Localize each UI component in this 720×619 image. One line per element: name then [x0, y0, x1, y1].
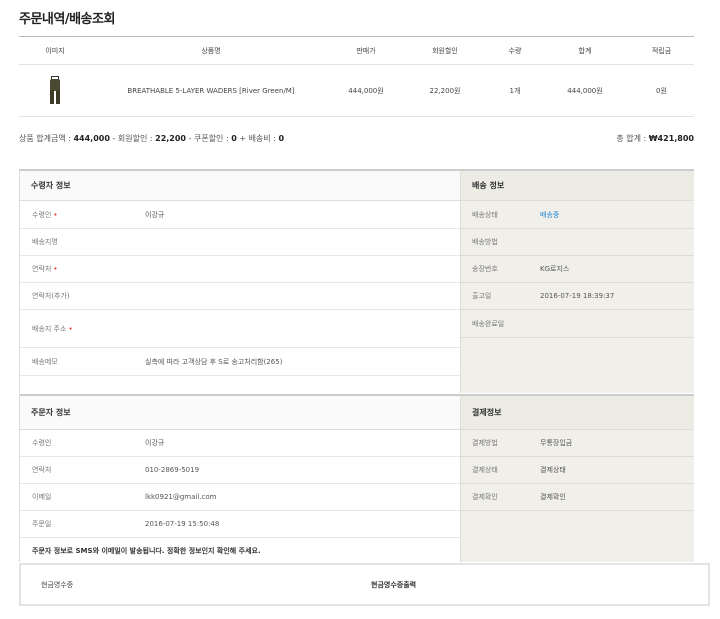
recipient-phone-row: 연락처 •: [20, 256, 460, 283]
payment-panel: 결제정보 결제방법 무통장입금 결제상태 결제상태 결제확인 결제확인: [461, 394, 694, 562]
col-header-member-discount: 회원할인: [432, 46, 458, 55]
shipping-panel: 배송 정보 배송상태 배송중 배송방법 송장번호 KG로지스 출고일 2016-…: [461, 169, 694, 393]
product-member-discount: 22,200원: [429, 86, 461, 95]
payment-confirm-row: 결제확인 결제확인: [461, 484, 694, 511]
recipient-memo-label: 배송메모: [32, 357, 58, 366]
shipping-title: 배송 정보: [461, 171, 694, 201]
orderer-date-label: 주문일: [32, 520, 52, 528]
payment-confirm-label: 결제확인: [472, 493, 498, 501]
cash-receipt-box: 현금영수증 현금영수증출력: [19, 563, 710, 606]
payment-status-label: 결제상태: [472, 466, 498, 474]
product-table: 이미지 상품명 판매가 회원할인 수량 합계 적립금 BREATHABLE 5-…: [19, 36, 694, 117]
recipient-phone2-label: 연락처(추가): [32, 292, 70, 300]
shipping-released-label: 출고일: [472, 292, 492, 300]
recipient-memo-value: 실측에 따라 고객상담 후 S로 송고처리함(265): [145, 357, 283, 366]
recipient-place-label: 배송지명: [32, 238, 58, 246]
product-price: 444,000원: [348, 86, 384, 95]
summary-breakdown: 상품 합계금액 : 444,000 - 회원할인 : 22,200 - 쿠폰할인…: [19, 133, 284, 144]
shipping-invoice-value: KG로지스: [540, 265, 570, 273]
recipient-name-label: 수령인: [32, 210, 52, 219]
payment-title: 결제정보: [461, 396, 694, 430]
payment-method-row: 결제방법 무통장입금: [461, 430, 694, 457]
col-header-name: 상품명: [201, 46, 221, 55]
shipping-invoice-label: 송장번호: [472, 265, 498, 273]
summary-subtotal-label: 상품 합계금액 :: [19, 134, 74, 143]
page-title: 주문내역/배송조회: [19, 12, 115, 27]
shipping-done-label: 배송완료일: [472, 319, 505, 328]
summary-shipping: 0: [278, 134, 285, 143]
summary-shipping-label: + 배송비 :: [236, 134, 279, 143]
orderer-date-value: 2016-07-19 15:50:48: [145, 520, 220, 528]
col-header-total: 합계: [578, 46, 592, 55]
recipient-place-row: 배송지명: [20, 229, 460, 256]
summary-coupon-label: - 쿠폰할인 :: [186, 134, 232, 143]
recipient-name-row: 수령인 • 이강규: [20, 201, 460, 229]
price-summary: 상품 합계금액 : 444,000 - 회원할인 : 22,200 - 쿠폰할인…: [19, 133, 694, 144]
product-total: 444,000원: [567, 86, 603, 95]
recipient-panel: 수령자 정보 수령인 • 이강규 배송지명 연락처 • 연락처(추가) 배송지 주소…: [19, 169, 461, 393]
recipient-memo-row: 배송메모 실측에 따라 고객상담 후 S로 송고처리함(265): [20, 348, 460, 376]
summary-member-discount: 22,200: [155, 134, 186, 143]
waders-image-icon: [45, 75, 65, 106]
col-header-qty: 수량: [508, 46, 522, 55]
payment-status-row: 결제상태 결제상태: [461, 457, 694, 484]
grand-total-label: 총 합계 :: [616, 134, 649, 143]
shipping-done-row: 배송완료일: [461, 310, 694, 338]
table-row: BREATHABLE 5-LAYER WADERS [River Green/M…: [19, 65, 694, 117]
orderer-name-label: 수령인: [32, 439, 52, 447]
payment-method-value: 무통장입금: [540, 439, 573, 447]
recipient-address-row: 배송지 주소 •: [20, 310, 460, 348]
cash-receipt-print-button[interactable]: 현금영수증출력: [371, 580, 416, 590]
summary-member-label: - 회원할인 :: [109, 134, 156, 143]
required-mark: •: [53, 210, 58, 219]
shipping-status-link[interactable]: 배송중: [540, 210, 559, 220]
required-mark: •: [53, 265, 58, 273]
summary-grand-total: 총 합계 : ₩421,800: [616, 133, 694, 144]
orderer-name-row: 수령인 이강규: [20, 430, 460, 457]
payment-method-label: 결제방법: [472, 439, 498, 447]
col-header-image: 이미지: [45, 46, 65, 55]
orderer-title: 주문자 정보: [20, 396, 460, 430]
orderer-email-value: lkk0921@gmail.com: [145, 493, 217, 501]
orderer-panel: 주문자 정보 수령인 이강규 연락처 010-2869-5019 이메일 lkk…: [19, 394, 461, 562]
shipping-method-label: 배송방법: [472, 238, 498, 246]
required-mark: •: [68, 324, 73, 333]
recipient-phone2-row: 연락처(추가): [20, 283, 460, 310]
payment-status-value: 결제상태: [540, 466, 566, 474]
shipping-status-label: 배송상태: [472, 210, 498, 219]
orderer-notice: 주문자 정보로 SMS와 이메일이 발송됩니다. 정확한 정보인지 확인해 주세…: [32, 547, 261, 555]
orderer-email-row: 이메일 lkk0921@gmail.com: [20, 484, 460, 511]
cash-receipt-label: 현금영수증: [41, 580, 74, 589]
shipping-released-row: 출고일 2016-07-19 18:39:37: [461, 283, 694, 310]
table-header-row: 이미지 상품명 판매가 회원할인 수량 합계 적립금: [19, 37, 694, 65]
col-header-price: 판매가: [356, 46, 376, 55]
shipping-invoice-row: 송장번호 KG로지스: [461, 256, 694, 283]
orderer-email-label: 이메일: [32, 493, 52, 501]
col-header-points: 적립금: [651, 46, 672, 55]
payment-confirm-value: 결제확인: [540, 493, 566, 501]
recipient-address-label: 배송지 주소: [32, 324, 67, 333]
product-name-link[interactable]: BREATHABLE 5-LAYER WADERS [River Green/M…: [91, 87, 331, 95]
recipient-phone-label: 연락처: [32, 265, 52, 273]
shipping-method-row: 배송방법: [461, 229, 694, 256]
shipping-status-row: 배송상태 배송중: [461, 201, 694, 229]
recipient-name-value: 이강규: [145, 210, 165, 219]
orderer-name-value: 이강규: [145, 439, 165, 447]
orderer-phone-label: 연락처: [32, 466, 52, 474]
orderer-phone-value: 010-2869-5019: [145, 466, 200, 474]
product-points: 0원: [656, 86, 667, 95]
recipient-title: 수령자 정보: [20, 171, 460, 201]
product-qty: 1개: [509, 86, 521, 95]
grand-total-value: ₩421,800: [648, 134, 694, 143]
summary-subtotal: 444,000: [73, 134, 110, 143]
orderer-phone-row: 연락처 010-2869-5019: [20, 457, 460, 484]
product-thumbnail[interactable]: [19, 75, 91, 106]
shipping-released-value: 2016-07-19 18:39:37: [540, 292, 615, 300]
orderer-date-row: 주문일 2016-07-19 15:50:48: [20, 511, 460, 538]
